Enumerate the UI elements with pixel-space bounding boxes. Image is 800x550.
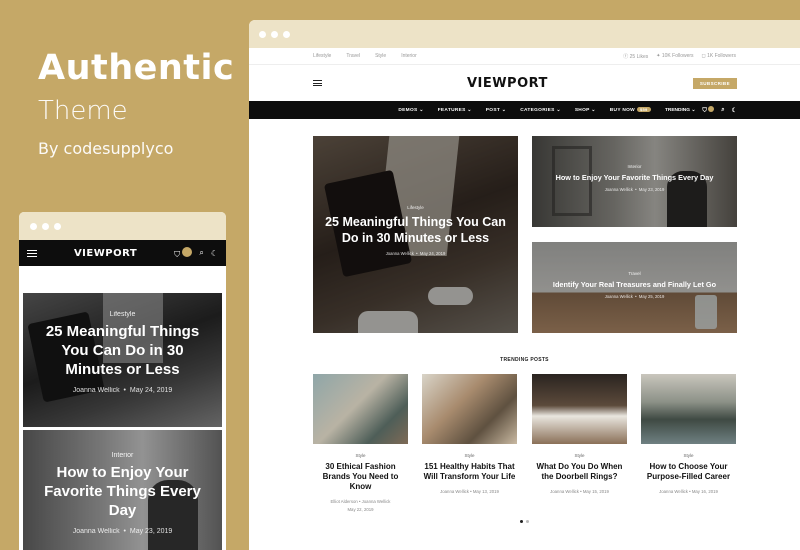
trending-post-category[interactable]: Style bbox=[422, 453, 517, 458]
hero-main-category[interactable]: Lifestyle bbox=[321, 205, 510, 210]
trending-posts-heading: TRENDING POSTS bbox=[500, 357, 549, 363]
promo-title: Authentic bbox=[38, 48, 235, 88]
top-bar: Lifestyle Travel Style Interior ⓕ 25 Lik… bbox=[249, 48, 800, 65]
trending-post-title[interactable]: How to Choose Your Purpose-Filled Career bbox=[641, 462, 736, 482]
window-dot-icon bbox=[283, 30, 290, 38]
trending-dropdown[interactable]: TRENDING ⌄ bbox=[665, 108, 695, 113]
masthead: VIEWPORT SUBSCRIBE bbox=[249, 65, 800, 101]
mobile-window: VIEWPORT ⛉ ⌕ ☾ Lifestyle 25 Meaningful T… bbox=[19, 212, 226, 550]
mobile-card1-category[interactable]: Lifestyle bbox=[31, 311, 214, 318]
window-dot-icon bbox=[42, 222, 49, 230]
hero-side2-category[interactable]: Travel bbox=[540, 271, 729, 276]
trending-post[interactable]: Style What Do You Do When the Doorbell R… bbox=[532, 374, 627, 496]
hero-main-card[interactable]: Lifestyle 25 Meaningful Things You Can D… bbox=[313, 136, 518, 333]
mobile-card1-title[interactable]: 25 Meaningful Things You Can Do in 30 Mi… bbox=[31, 322, 214, 379]
promo-block: Authentic Theme By codesupplyco bbox=[38, 48, 234, 158]
nav-item-shop[interactable]: SHOP bbox=[575, 107, 596, 113]
pager-dot[interactable] bbox=[526, 520, 529, 523]
social-instagram[interactable]: ◻ 1K Followers bbox=[702, 53, 736, 60]
hero-side1-category[interactable]: Interior bbox=[540, 164, 729, 169]
hero-side1-title[interactable]: How to Enjoy Your Favorite Things Every … bbox=[540, 173, 729, 182]
bag-icon: ⛉ bbox=[174, 249, 181, 259]
hero-side-card-1[interactable]: Interior How to Enjoy Your Favorite Thin… bbox=[532, 136, 737, 227]
window-chrome bbox=[19, 212, 226, 240]
trending-post-title[interactable]: 30 Ethical Fashion Brands You Need to Kn… bbox=[313, 462, 408, 492]
twitter-icon: ✦ bbox=[656, 52, 661, 59]
hero-side1-meta: Joanna Wellick • May 23, 2019 bbox=[604, 187, 665, 192]
hero-side2-meta: Joanna Wellick • May 25, 2019 bbox=[604, 294, 665, 299]
moon-icon[interactable]: ☾ bbox=[211, 249, 218, 258]
window-dot-icon bbox=[271, 30, 278, 38]
menu-icon[interactable] bbox=[313, 80, 322, 86]
nav-item-post[interactable]: POST bbox=[486, 107, 506, 113]
trending-post-category[interactable]: Style bbox=[641, 453, 736, 458]
carousel-pager bbox=[249, 520, 800, 523]
hero-side2-title[interactable]: Identify Your Real Treasures and Finally… bbox=[540, 280, 729, 289]
mobile-card2-meta: Joanna Wellick • May 23, 2019 bbox=[72, 528, 173, 535]
mobile-card2-category[interactable]: Interior bbox=[31, 452, 214, 459]
promo-byline: By codesupplyco bbox=[38, 139, 174, 158]
topbar-link-travel[interactable]: Travel bbox=[346, 53, 360, 59]
hero-side-card-2[interactable]: Travel Identify Your Real Treasures and … bbox=[532, 242, 737, 333]
cart-button[interactable]: ⛉ bbox=[702, 105, 715, 115]
trending-post-meta: Elliot Alderson • Joanna Wellick May 22, … bbox=[330, 499, 391, 512]
trending-post-title[interactable]: 151 Healthy Habits That Will Transform Y… bbox=[422, 462, 517, 482]
topbar-link-lifestyle[interactable]: Lifestyle bbox=[313, 53, 331, 59]
mobile-card1-meta: Joanna Wellick • May 24, 2019 bbox=[72, 387, 173, 394]
cart-count-badge bbox=[182, 246, 193, 257]
trending-post-meta: Joanna Wellick • May 15, 2019 bbox=[550, 489, 609, 494]
nav-item-demos[interactable]: DEMOS bbox=[398, 107, 423, 113]
trending-post-category[interactable]: Style bbox=[313, 453, 408, 458]
trending-post[interactable]: Style How to Choose Your Purpose-Filled … bbox=[641, 374, 736, 496]
trending-post-image[interactable] bbox=[532, 374, 627, 444]
mobile-header: VIEWPORT ⛉ ⌕ ☾ bbox=[19, 240, 226, 266]
window-chrome bbox=[249, 20, 800, 48]
hero-main-title[interactable]: 25 Meaningful Things You Can Do in 30 Mi… bbox=[321, 214, 510, 246]
main-nav: DEMOS FEATURES POST CATEGORIES SHOP BUY … bbox=[249, 101, 800, 119]
trending-post-image[interactable] bbox=[422, 374, 517, 444]
cart-button[interactable]: ⛉ bbox=[174, 246, 193, 260]
trending-post-image[interactable] bbox=[641, 374, 736, 444]
hero-main-meta: Joanna Wellick • May 24, 2019 bbox=[385, 251, 446, 256]
search-icon[interactable]: ⌕ bbox=[721, 107, 724, 114]
nav-item-buy-now[interactable]: BUY NOW $59 bbox=[610, 107, 651, 113]
search-icon[interactable]: ⌕ bbox=[199, 248, 203, 258]
trending-post-meta: Joanna Wellick • May 13, 2019 bbox=[440, 489, 499, 494]
social-facebook[interactable]: ⓕ 25 Likes bbox=[623, 53, 648, 60]
cart-count-badge bbox=[708, 105, 715, 112]
desktop-window: Lifestyle Travel Style Interior ⓕ 25 Lik… bbox=[249, 20, 800, 550]
price-badge: $59 bbox=[637, 107, 651, 112]
window-dot-icon bbox=[30, 222, 37, 230]
trending-post[interactable]: Style 30 Ethical Fashion Brands You Need… bbox=[313, 374, 408, 514]
site-logo[interactable]: VIEWPORT bbox=[467, 76, 548, 91]
trending-post-image[interactable] bbox=[313, 374, 408, 444]
topbar-link-interior[interactable]: Interior bbox=[401, 53, 417, 59]
moon-icon[interactable]: ☾ bbox=[732, 107, 737, 114]
mobile-card-1[interactable]: Lifestyle 25 Meaningful Things You Can D… bbox=[23, 293, 222, 427]
trending-post-category[interactable]: Style bbox=[532, 453, 627, 458]
trending-post-title[interactable]: What Do You Do When the Doorbell Rings? bbox=[532, 462, 627, 482]
window-dot-icon bbox=[259, 30, 266, 38]
nav-item-features[interactable]: FEATURES bbox=[438, 107, 472, 113]
mobile-card-2[interactable]: Interior How to Enjoy Your Favorite Thin… bbox=[23, 430, 222, 550]
trending-post[interactable]: Style 151 Healthy Habits That Will Trans… bbox=[422, 374, 517, 496]
social-twitter[interactable]: ✦ 10K Followers bbox=[656, 53, 693, 60]
facebook-icon: ⓕ bbox=[623, 53, 629, 60]
instagram-icon: ◻ bbox=[701, 52, 706, 59]
trending-post-meta: Joanna Wellick • May 16, 2019 bbox=[659, 489, 718, 494]
bag-icon: ⛉ bbox=[702, 107, 707, 114]
pager-dot[interactable] bbox=[520, 520, 523, 523]
nav-item-categories[interactable]: CATEGORIES bbox=[520, 107, 561, 113]
topbar-link-style[interactable]: Style bbox=[375, 53, 386, 59]
window-dot-icon bbox=[54, 222, 61, 230]
subscribe-button[interactable]: SUBSCRIBE bbox=[692, 77, 737, 89]
mobile-logo[interactable]: VIEWPORT bbox=[74, 248, 137, 259]
promo-subtitle: Theme bbox=[38, 96, 128, 126]
mobile-card2-title[interactable]: How to Enjoy Your Favorite Things Every … bbox=[31, 463, 214, 520]
menu-icon[interactable] bbox=[27, 249, 37, 257]
